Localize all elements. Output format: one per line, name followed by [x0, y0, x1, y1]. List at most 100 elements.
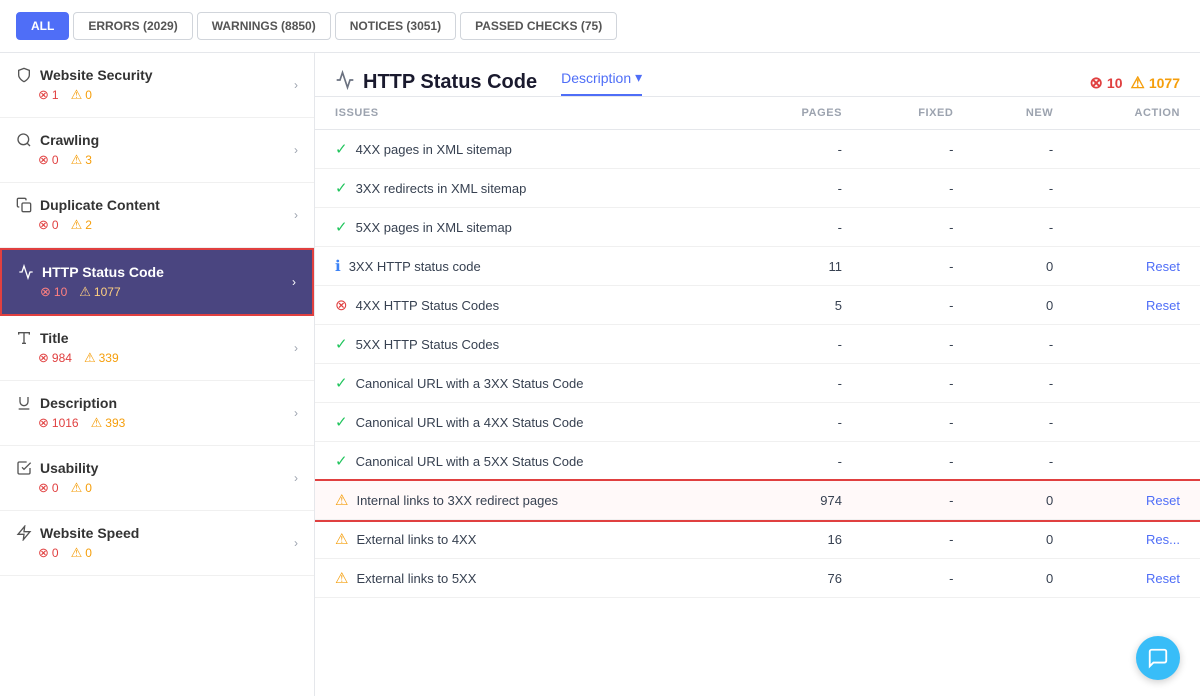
fixed-cell: - [862, 364, 973, 403]
sidebar-error-count-website-speed: ⊗ 0 [38, 545, 59, 561]
pages-cell: - [743, 169, 862, 208]
sidebar-item-label-http-status-code: HTTP Status Code [42, 264, 164, 280]
warning-icon: ⚠ [335, 530, 348, 548]
filter-btn-errors[interactable]: ERRORS (2029) [73, 12, 192, 40]
fixed-cell: - [862, 325, 973, 364]
content-area: HTTP Status Code Description ▾ ⊗ 10 ⚠ 10… [315, 53, 1200, 696]
chevron-right-icon: › [294, 471, 298, 485]
sidebar-item-crawling[interactable]: Crawling⊗ 0⚠ 3› [0, 118, 314, 183]
new-cell: 0 [973, 481, 1073, 520]
new-cell: - [973, 403, 1073, 442]
col-pages: PAGES [743, 97, 862, 130]
chevron-right-icon: › [292, 275, 296, 289]
fixed-cell: - [862, 403, 973, 442]
content-title: HTTP Status Code [335, 70, 537, 96]
sidebar-item-label-description: Description [40, 395, 117, 411]
pages-cell: - [743, 130, 862, 169]
fixed-cell: - [862, 442, 973, 481]
sidebar-item-label-title: Title [40, 330, 69, 346]
sidebar-warning-count-website-security: ⚠ 0 [71, 87, 92, 103]
pages-cell: - [743, 325, 862, 364]
sidebar-error-count-website-security: ⊗ 1 [38, 87, 59, 103]
pages-cell: 5 [743, 286, 862, 325]
chat-button[interactable] [1136, 636, 1180, 680]
action-cell[interactable]: Res... [1073, 520, 1200, 559]
col-issues: ISSUES [315, 97, 743, 130]
reset-link[interactable]: Reset [1146, 493, 1180, 508]
reset-link[interactable]: Reset [1146, 298, 1180, 313]
reset-link[interactable]: Reset [1146, 571, 1180, 586]
sidebar-warning-count-duplicate-content: ⚠ 2 [71, 217, 92, 233]
action-cell[interactable]: Reset [1073, 481, 1200, 520]
pages-cell: - [743, 208, 862, 247]
table-row: ✓5XX pages in XML sitemap--- [315, 208, 1200, 247]
reset-link[interactable]: Reset [1146, 259, 1180, 274]
fixed-cell: - [862, 169, 973, 208]
check-icon: ✓ [335, 179, 348, 197]
header-error-icon: ⊗ [1090, 73, 1103, 93]
filter-btn-passed[interactable]: PASSED CHECKS (75) [460, 12, 617, 40]
action-cell [1073, 208, 1200, 247]
issue-label: 5XX HTTP Status Codes [356, 337, 500, 352]
issue-label: Canonical URL with a 3XX Status Code [356, 376, 584, 391]
sidebar-warning-count-title: ⚠ 339 [84, 350, 119, 366]
col-action: ACTION [1073, 97, 1200, 130]
sidebar-item-description[interactable]: Description⊗ 1016⚠ 393› [0, 381, 314, 446]
fixed-cell: - [862, 481, 973, 520]
sidebar-item-label-crawling: Crawling [40, 132, 99, 148]
chevron-right-icon: › [294, 208, 298, 222]
sidebar-item-website-security[interactable]: Website Security⊗ 1⚠ 0› [0, 53, 314, 118]
search-icon [16, 132, 32, 148]
issue-label: 5XX pages in XML sitemap [356, 220, 512, 235]
table-row: ✓5XX HTTP Status Codes--- [315, 325, 1200, 364]
chevron-right-icon: › [294, 341, 298, 355]
table-row: ⚠Internal links to 3XX redirect pages974… [315, 481, 1200, 520]
main-layout: Website Security⊗ 1⚠ 0›Crawling⊗ 0⚠ 3›Du… [0, 53, 1200, 696]
sidebar-item-usability[interactable]: Usability⊗ 0⚠ 0› [0, 446, 314, 511]
underline-icon [16, 395, 32, 411]
sidebar-item-website-speed[interactable]: Website Speed⊗ 0⚠ 0› [0, 511, 314, 576]
issue-label: External links to 4XX [356, 532, 476, 547]
pages-cell: 16 [743, 520, 862, 559]
issue-label: 3XX redirects in XML sitemap [356, 181, 527, 196]
filter-btn-warnings[interactable]: WARNINGS (8850) [197, 12, 331, 40]
fixed-cell: - [862, 520, 973, 559]
action-cell [1073, 130, 1200, 169]
chevron-right-icon: › [294, 536, 298, 550]
sidebar-item-label-website-speed: Website Speed [40, 525, 139, 541]
sidebar-item-duplicate-content[interactable]: Duplicate Content⊗ 0⚠ 2› [0, 183, 314, 248]
check-icon: ✓ [335, 140, 348, 158]
issue-label: External links to 5XX [356, 571, 476, 586]
action-cell[interactable]: Reset [1073, 559, 1200, 598]
action-cell[interactable]: Reset [1073, 247, 1200, 286]
issues-table: ISSUES PAGES FIXED NEW ACTION ✓4XX pages… [315, 97, 1200, 598]
chevron-right-icon: › [294, 78, 298, 92]
pages-cell: - [743, 364, 862, 403]
pages-cell: - [743, 403, 862, 442]
table-row: ℹ3XX HTTP status code11-0Reset [315, 247, 1200, 286]
description-button[interactable]: Description ▾ [561, 69, 642, 96]
sidebar-error-count-description: ⊗ 1016 [38, 415, 79, 431]
filter-btn-notices[interactable]: NOTICES (3051) [335, 12, 456, 40]
header-stats: ⊗ 10 ⚠ 1077 [1090, 73, 1180, 93]
table-row: ✓Canonical URL with a 5XX Status Code--- [315, 442, 1200, 481]
table-row: ✓3XX redirects in XML sitemap--- [315, 169, 1200, 208]
check-icon: ✓ [335, 218, 348, 236]
action-cell [1073, 403, 1200, 442]
action-cell [1073, 169, 1200, 208]
action-cell[interactable]: Reset [1073, 286, 1200, 325]
issue-label: Canonical URL with a 5XX Status Code [356, 454, 584, 469]
activity-icon [18, 264, 34, 280]
page-title: HTTP Status Code [363, 71, 537, 94]
sidebar-error-count-http-status-code: ⊗ 10 [40, 284, 67, 300]
sidebar-item-title[interactable]: Title⊗ 984⚠ 339› [0, 316, 314, 381]
filter-btn-all[interactable]: ALL [16, 12, 69, 40]
filter-bar: ALLERRORS (2029)WARNINGS (8850)NOTICES (… [0, 0, 1200, 53]
pages-cell: 76 [743, 559, 862, 598]
shield-icon [16, 67, 32, 83]
reset-link[interactable]: Res... [1146, 532, 1180, 547]
fixed-cell: - [862, 247, 973, 286]
sidebar-item-http-status-code[interactable]: HTTP Status Code⊗ 10⚠ 1077› [0, 248, 314, 316]
new-cell: - [973, 442, 1073, 481]
text-icon [16, 330, 32, 346]
